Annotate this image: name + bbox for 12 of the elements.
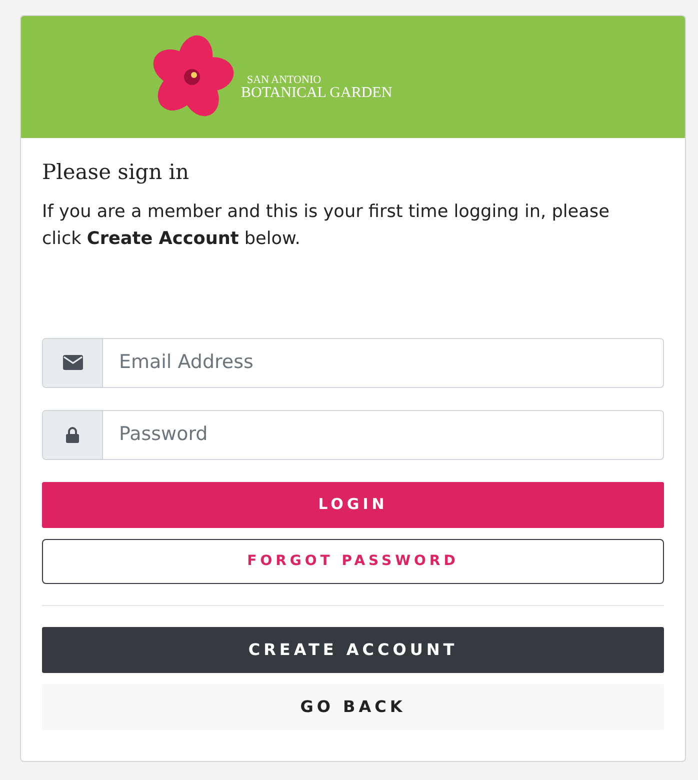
heading: Please sign in [42,160,190,186]
forgot-password-button[interactable]: FORGOT PASSWORD [42,538,664,584]
lock-icon [66,426,79,443]
create-account-button[interactable]: CREATE ACCOUNT [42,626,664,673]
password-field[interactable]: Password [42,410,664,460]
logo-text: SAN ANTONIO [246,75,322,86]
go-back-button[interactable]: GO BACK [42,684,664,730]
envelope-icon [62,355,82,370]
logo-text: BOTANICAL GARDEN [241,86,392,101]
email-field[interactable]: Email Address [42,338,664,388]
login-button[interactable]: LOGIN [42,482,664,528]
intro-text: If you are a member and this is your first time logging in, please click Create Account below. [42,201,610,252]
